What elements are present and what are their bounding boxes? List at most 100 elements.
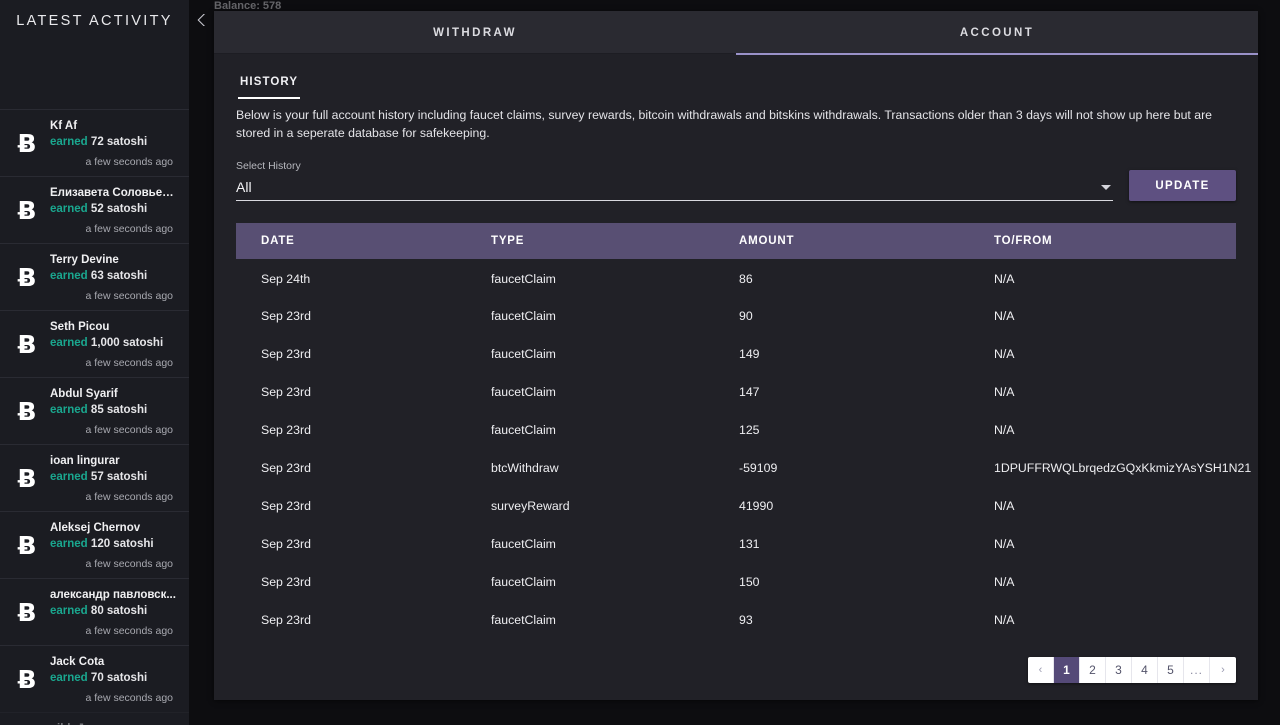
activity-amount: 80 satoshi [90,605,148,617]
select-history-input[interactable]: All [236,179,1113,201]
activity-item[interactable]: Ƀ Terry Devine earned 63 satoshi a few seco… [0,243,189,310]
history-table: DATE TYPE AMOUNT TO/FROM Sep 24th faucetC… [236,223,1251,639]
tab-history[interactable]: HISTORY [237,76,301,99]
primary-tabs: WITHDRAW ACCOUNT [214,11,1258,55]
activity-item[interactable]: Ƀ Aleksej Chernov earned 120 satoshi a few … [0,511,189,578]
column-header-date: DATE [261,235,295,247]
activity-amount-line: earned 80 satoshi [50,603,177,620]
main-content: Balance: 578 WITHDRAW ACCOUNT HISTORY Be… [214,0,1280,725]
cell-amount: 150 [739,575,760,589]
cell-date: Sep 23rd [261,613,311,627]
pagination-page-5[interactable]: 5 [1158,657,1184,683]
sidebar-collapse-button[interactable] [189,0,214,725]
cell-amount: 41990 [739,499,774,513]
activity-earned-label: earned [50,404,88,416]
cell-amount: 93 [739,613,753,627]
activity-amount-line: earned 57 satoshi [50,469,177,486]
activity-earned-label: earned [50,203,88,215]
pagination-page-2[interactable]: 2 [1080,657,1106,683]
activity-amount: 72 satoshi [90,136,148,148]
cell-amount: 125 [739,423,760,437]
history-table-head: DATE TYPE AMOUNT TO/FROM [236,223,1236,259]
select-history-value: All [236,179,252,195]
activity-body: Елизавета Соловьев... earned 52 satoshi a … [44,185,177,235]
pagination-row: ‹ 1 2 3 4 5... › [214,639,1258,683]
tab-account[interactable]: ACCOUNT [736,11,1258,55]
activity-user-name: Jack Cota [50,656,105,668]
activity-item[interactable]: Ƀ Seth Picou earned 1,000 satoshi a few sec… [0,310,189,377]
select-history-wrapper: Select History All [236,160,1113,201]
cell-date: Sep 23rd [261,423,311,437]
activity-body: Aleksej Chernov earned 120 satoshi a few s… [44,520,177,570]
activity-user-name: Terry Devine [50,254,119,266]
bitcoin-icon: Ƀ [17,329,37,359]
activity-amount: 52 satoshi [90,203,148,215]
activity-timestamp: a few seconds ago [85,558,173,570]
activity-item[interactable]: Ƀ Kf Af earned 72 satoshi a few seconds ago [0,109,189,176]
pagination-page-3[interactable]: 3 [1106,657,1132,683]
activity-user-name: Seth Picou [50,321,110,333]
cell-date: Sep 23rd [261,385,311,399]
activity-item[interactable]: Ƀgibb Jeanneearned 1,000 satoshi [0,712,189,725]
activity-body: Jack Cota earned 70 satoshi a few seconds … [44,654,177,704]
pagination-prev[interactable]: ‹ [1028,657,1054,683]
table-row: Sep 24th faucetClaim 86 N/A [236,259,1236,297]
cell-tofrom: N/A [994,613,1015,627]
pagination: ‹ 1 2 3 4 5... › [1027,657,1236,683]
table-row: Sep 23rd faucetClaim 149 N/A [236,335,1236,373]
activity-item[interactable]: Ƀioan lingurar earned 57 satoshi a few sec… [0,444,189,511]
cell-type: surveyReward [491,499,570,513]
activity-body: Terry Devine earned 63 satoshi a few secon… [44,252,177,302]
history-table-body: Sep 24th faucetClaim 86 N/A Sep 23rd faucetCl… [236,259,1251,639]
cell-tofrom: N/A [994,385,1015,399]
activity-amount-line: earned 63 satoshi [50,268,177,285]
activity-timestamp: a few seconds ago [85,290,173,302]
bitcoin-icon: Ƀ [17,396,37,426]
activity-user-name: Kf Af [50,120,78,132]
activity-user-name: Елизавета Соловьев... [50,187,177,199]
cell-date: Sep 23rd [261,347,311,361]
activity-amount-line: earned 85 satoshi [50,402,177,419]
cell-type: faucetClaim [491,272,556,286]
bitcoin-icon: Ƀ [17,262,37,292]
pagination-next[interactable]: › [1210,657,1236,683]
history-description: Below is your full account history inclu… [236,108,1213,140]
cell-amount: 149 [739,347,760,361]
activity-timestamp: a few seconds ago [85,491,173,503]
filter-row: Select History All UPDATE [214,142,1258,201]
tab-withdraw[interactable]: WITHDRAW [214,11,736,54]
pagination-page-1[interactable]: 1 [1053,657,1080,683]
activity-body: александр павловск... earned 80 satoshi a … [44,587,177,637]
activity-user-name: александр павловск... [50,589,176,601]
update-button[interactable]: UPDATE [1129,170,1236,201]
activity-earned-label: earned [50,136,88,148]
activity-timestamp: a few seconds ago [85,223,173,235]
activity-user-name: ioan lingurar [50,455,120,467]
app-root: LATEST ACTIVITY Ƀ Kf Af earned 72 satoshi a… [0,0,1280,725]
table-row: Sep 23rd faucetClaim 93 N/A [236,601,1236,639]
secondary-tabs: HISTORY [214,54,1258,100]
activity-timestamp: a few seconds ago [85,357,173,369]
cell-tofrom: N/A [994,537,1015,551]
cell-tofrom: N/A [994,575,1015,589]
cell-type: faucetClaim [491,613,556,627]
bitcoin-icon: Ƀ [17,530,37,560]
bitcoin-icon: Ƀ [17,463,37,493]
cell-amount: 131 [739,537,760,551]
tab-withdraw-label: WITHDRAW [433,26,517,39]
pagination-page-4[interactable]: 4 [1132,657,1158,683]
cell-amount: -59109 [739,461,778,475]
activity-timestamp: a few seconds ago [85,692,173,704]
activity-amount-line: earned 70 satoshi [50,670,177,687]
activity-user-name: Abdul Syarif [50,388,118,400]
cell-amount: 147 [739,385,760,399]
bitcoin-icon: Ƀ [17,597,37,627]
latest-activity-sidebar: LATEST ACTIVITY Ƀ Kf Af earned 72 satoshi a… [0,0,189,725]
activity-item[interactable]: Ƀалександр павловск... earned 80 satoshi a… [0,578,189,645]
activity-item[interactable]: Ƀ Jack Cota earned 70 satoshi a few seconds… [0,645,189,712]
cell-type: faucetClaim [491,423,556,437]
table-header-row: DATE TYPE AMOUNT TO/FROM [236,223,1236,259]
activity-item[interactable]: Ƀ Abdul Syarif earned 85 satoshi a few seco… [0,377,189,444]
cell-tofrom: N/A [994,499,1015,513]
activity-item[interactable]: Ƀ Елизавета Соловьев... earned 52 satoshi a… [0,176,189,243]
